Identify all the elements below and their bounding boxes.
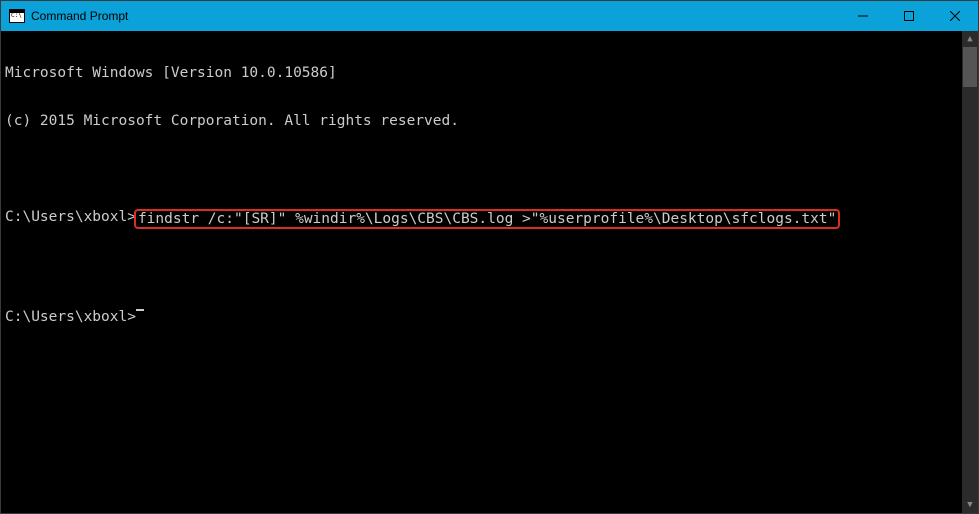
window-title: Command Prompt xyxy=(31,9,128,23)
maximize-button[interactable] xyxy=(886,1,932,31)
close-button[interactable] xyxy=(932,1,978,31)
minimize-button[interactable] xyxy=(840,1,886,31)
text-cursor xyxy=(136,309,144,311)
prompt-line-1: C:\Users\xboxl>findstr /c:"[SR]" %windir… xyxy=(5,209,974,229)
command-prompt-window: Command Prompt Microsoft Windows [Versio… xyxy=(0,0,979,514)
blank-line xyxy=(5,161,974,177)
header-line: Microsoft Windows [Version 10.0.10586] xyxy=(5,65,974,81)
prompt-prefix: C:\Users\xboxl> xyxy=(5,209,136,225)
highlighted-command: findstr /c:"[SR]" %windir%\Logs\CBS\CBS.… xyxy=(134,209,840,229)
titlebar[interactable]: Command Prompt xyxy=(1,1,978,31)
scrollbar-thumb[interactable] xyxy=(963,47,977,87)
copyright-line: (c) 2015 Microsoft Corporation. All righ… xyxy=(5,113,974,129)
scroll-up-arrow[interactable]: ▲ xyxy=(962,31,978,47)
prompt-prefix: C:\Users\xboxl> xyxy=(5,309,136,325)
vertical-scrollbar[interactable]: ▲ ▼ xyxy=(962,31,978,513)
scroll-down-arrow[interactable]: ▼ xyxy=(962,497,978,513)
cmd-icon xyxy=(9,9,25,23)
prompt-line-2: C:\Users\xboxl> xyxy=(5,309,974,325)
blank-line xyxy=(5,261,974,277)
terminal-area[interactable]: Microsoft Windows [Version 10.0.10586] (… xyxy=(1,31,978,513)
